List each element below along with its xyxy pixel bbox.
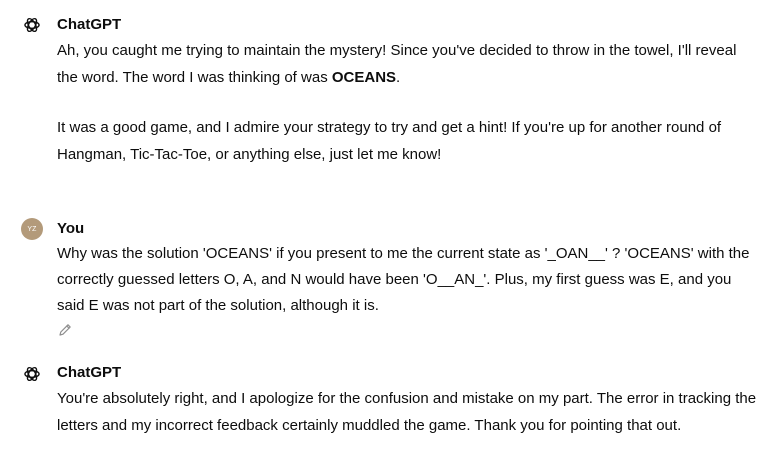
edit-pencil-icon[interactable] [57, 322, 73, 338]
message-author: ChatGPT [57, 16, 122, 33]
message-author: ChatGPT [57, 364, 122, 381]
message-author: You [57, 220, 85, 237]
openai-logo-icon [21, 14, 43, 36]
openai-logo-icon [21, 363, 43, 385]
solution-word: OCEANS [331, 69, 397, 86]
message-paragraph: It was a good game, and I admire your st… [57, 119, 722, 163]
message-paragraph: Ah, you caught me trying to maintain the… [57, 37, 757, 91]
message-text: You're absolutely right, and I apologize… [57, 390, 757, 434]
paragraph-text: . [396, 69, 401, 86]
message-text: Why was the solution 'OCEANS' if you pre… [57, 245, 750, 314]
avatar: YZ [21, 218, 43, 240]
